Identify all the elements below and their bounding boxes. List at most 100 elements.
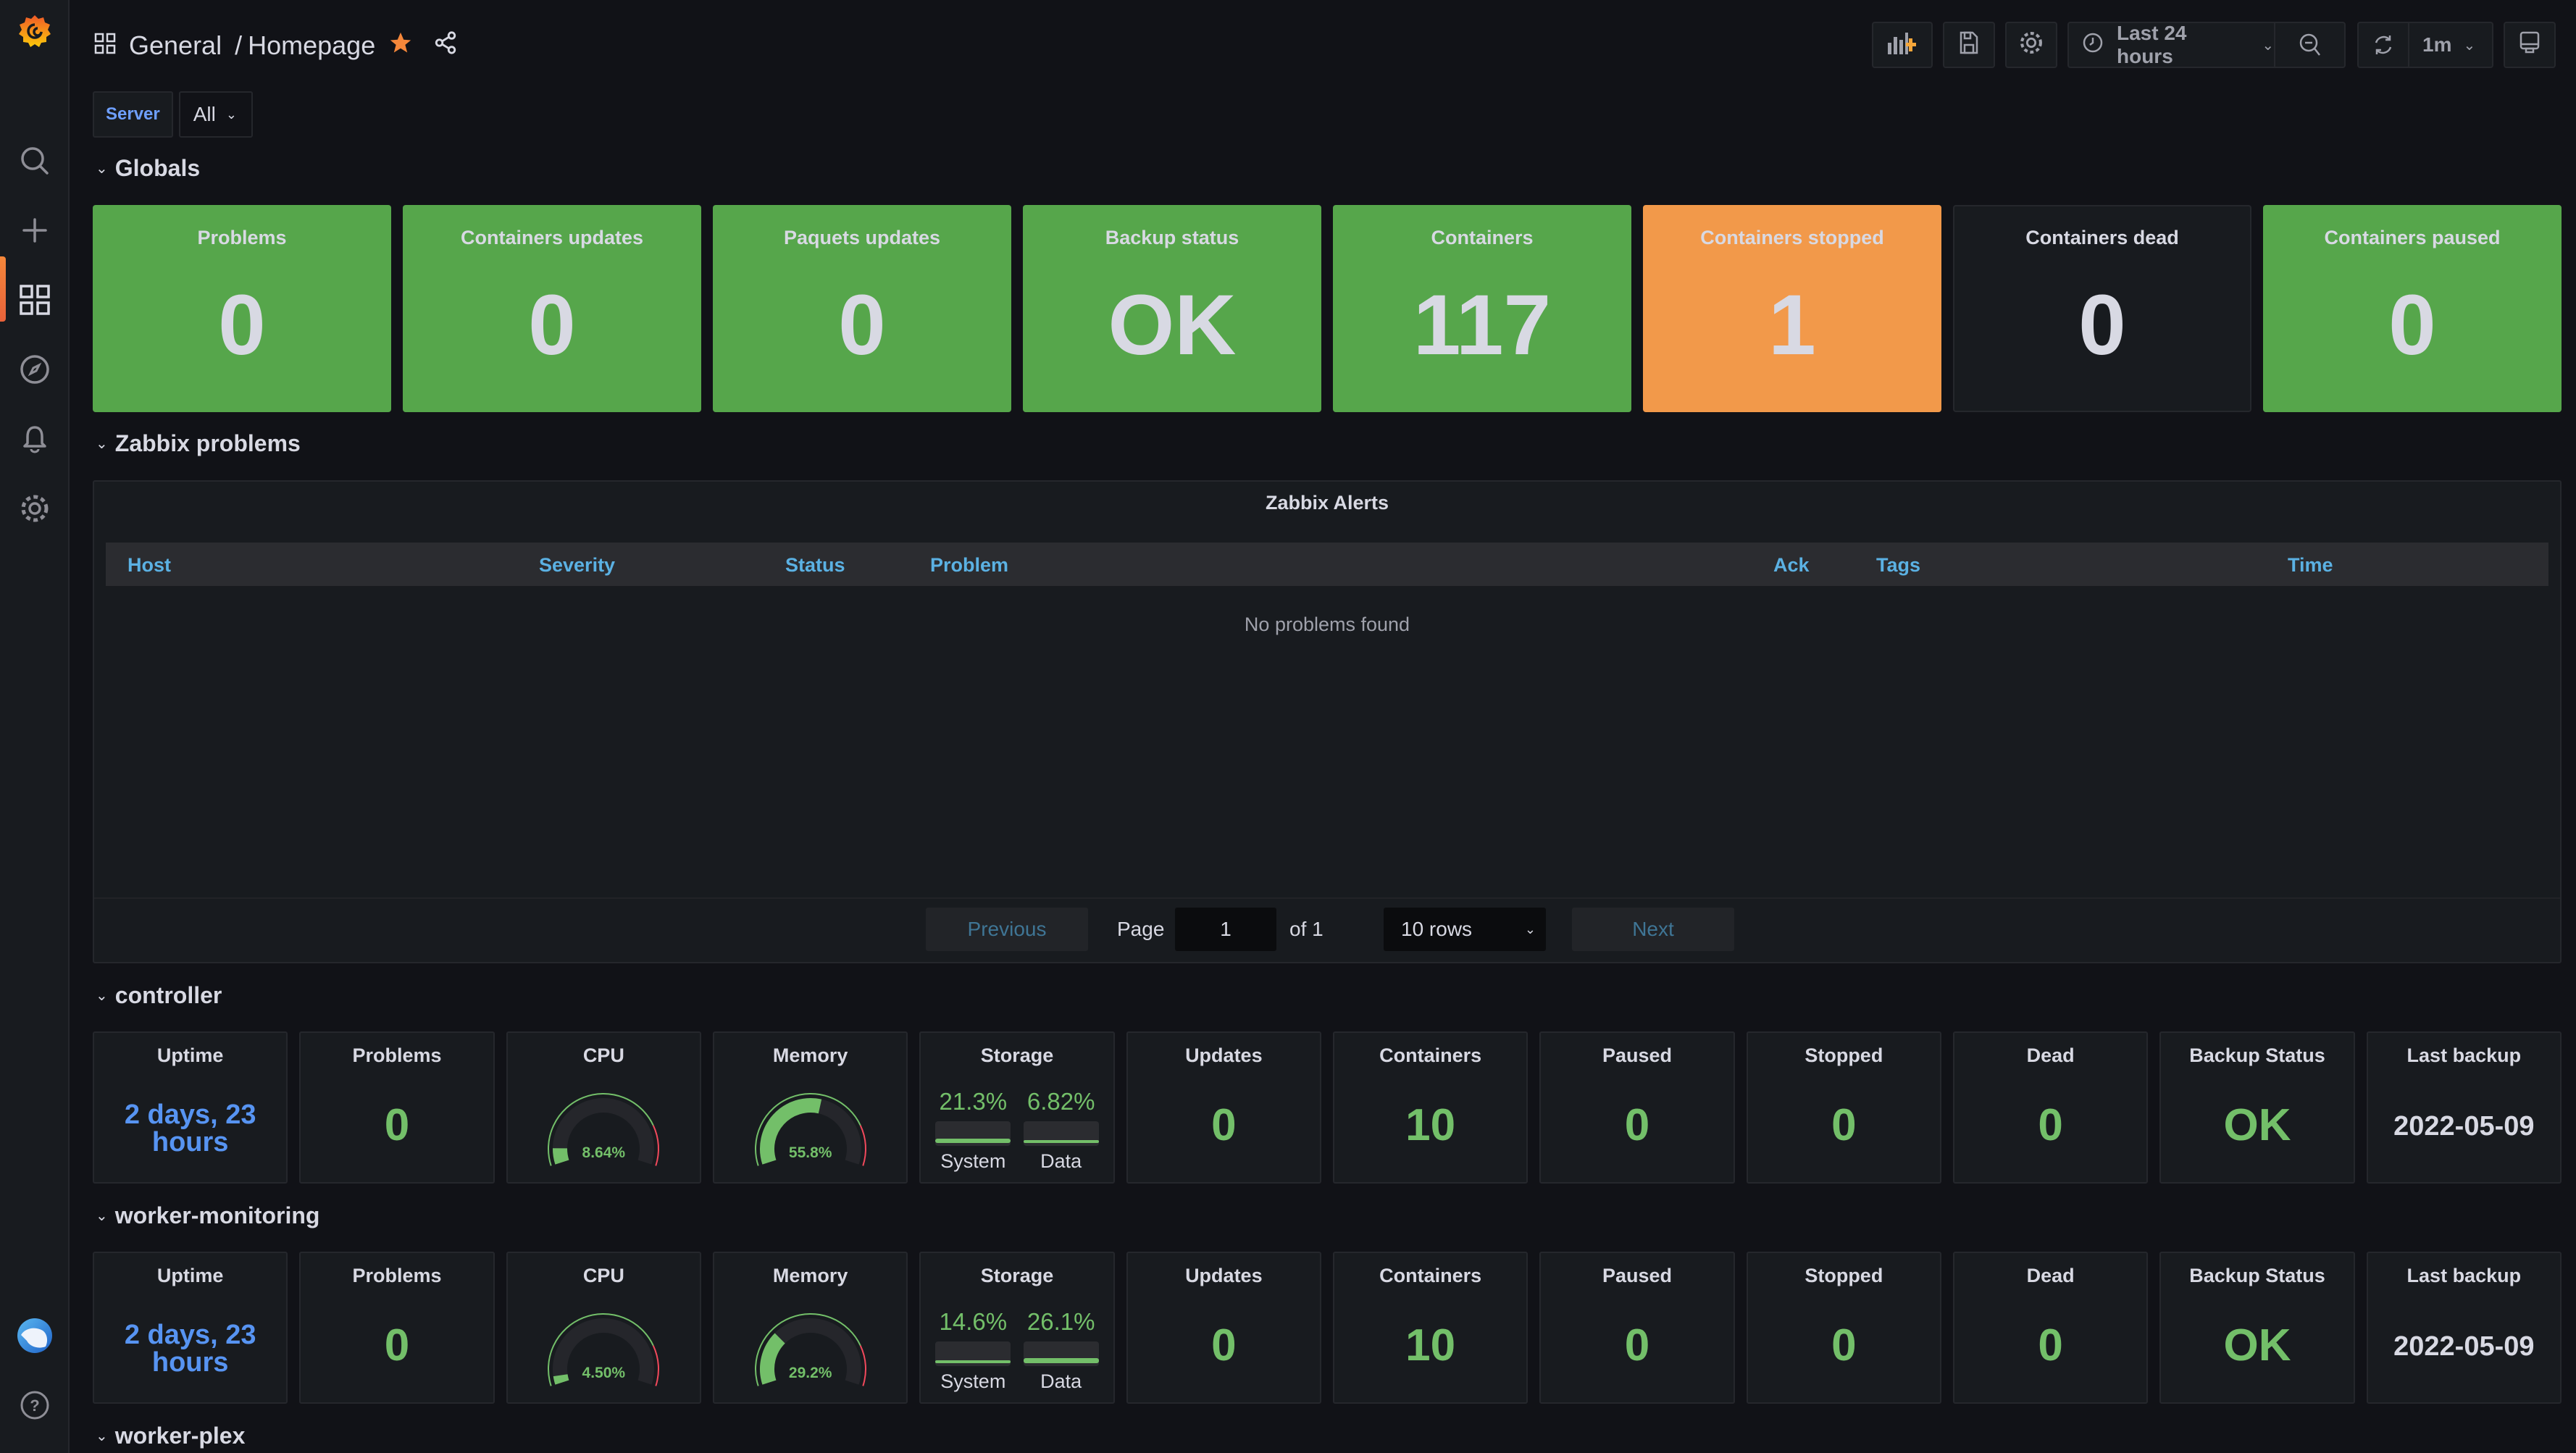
panel-updates[interactable]: Updates 0 [1126, 1031, 1321, 1184]
panel-title: Containers [1379, 1265, 1482, 1286]
save-dashboard-button[interactable] [1943, 22, 1995, 68]
backup-status-value: OK [2223, 1100, 2291, 1150]
page-number-input[interactable]: 1 [1175, 908, 1276, 951]
favorite-star-icon[interactable] [388, 30, 413, 62]
user-avatar[interactable] [16, 1317, 54, 1354]
row-globals[interactable]: ⌄ Globals [96, 155, 200, 182]
panel-dead[interactable]: Dead 0 [1953, 1031, 2149, 1184]
panel-cpu[interactable]: CPU 8.64% [506, 1031, 701, 1184]
stat-containers-paused[interactable]: Containers paused 0 [2263, 205, 2562, 412]
containers-value: 10 [1405, 1100, 1456, 1150]
column-tags[interactable]: Tags [1876, 554, 1920, 577]
panel-title: Storage [980, 1044, 1054, 1066]
backup-status-value: OK [2223, 1320, 2291, 1370]
column-ack[interactable]: Ack [1773, 554, 1810, 577]
stat-containers-stopped[interactable]: Containers stopped 1 [1643, 205, 1941, 412]
time-range-label: Last 24 hours [2117, 22, 2187, 67]
storage-data: 26.1% Data [1021, 1308, 1102, 1393]
pagination: Previous Page 1 of 1 10 rows ⌄ Next [94, 897, 2560, 963]
previous-page-button[interactable]: Previous [926, 908, 1088, 951]
row-zabbix-problems[interactable]: ⌄ Zabbix problems [96, 430, 301, 457]
zoom-out-icon [2299, 33, 2320, 56]
panel-title: Updates [1185, 1265, 1263, 1286]
tv-mode-button[interactable] [2504, 22, 2556, 68]
next-page-button[interactable]: Next [1572, 908, 1734, 951]
column-problem[interactable]: Problem [930, 554, 1008, 577]
chevron-down-icon: ⌄ [96, 161, 108, 177]
panel-problems[interactable]: Problems 0 [299, 1031, 495, 1184]
stopped-value: 0 [1831, 1320, 1857, 1370]
panel-uptime[interactable]: Uptime 2 days, 23 hours [93, 1252, 288, 1404]
storage-data-percent: 26.1% [1026, 1308, 1095, 1335]
stat-containers-dead[interactable]: Containers dead 0 [1953, 205, 2251, 412]
help-icon[interactable]: ? [16, 1386, 54, 1424]
row-worker-monitoring[interactable]: ⌄ worker-monitoring [96, 1202, 319, 1229]
rows-per-page-select[interactable]: 10 rows ⌄ [1384, 908, 1546, 951]
column-host[interactable]: Host [127, 554, 171, 577]
stat-containers-updates[interactable]: Containers updates 0 [403, 205, 701, 412]
chevron-down-icon: ⌄ [1524, 921, 1536, 937]
time-range-picker[interactable]: Last 24 hours ⌄ [2067, 22, 2346, 68]
storage-bars: 14.6% System 26.1% Data [932, 1308, 1101, 1393]
create-plus-icon[interactable] [16, 212, 54, 249]
grafana-logo-icon[interactable] [16, 13, 54, 51]
panel-cpu[interactable]: CPU 4.50% [506, 1252, 701, 1404]
panel-stopped[interactable]: Stopped 0 [1746, 1252, 1941, 1404]
panel-title: Uptime [156, 1265, 224, 1286]
dashboard-title[interactable]: Homepage [248, 30, 375, 61]
stat-value: OK [1108, 277, 1237, 373]
stat-backup-status[interactable]: Backup status OK [1023, 205, 1321, 412]
panel-title: Backup Status [2189, 1044, 2325, 1066]
configuration-gear-icon[interactable] [16, 490, 54, 527]
updates-value: 0 [1211, 1100, 1237, 1150]
dashboard-settings-button[interactable] [2005, 22, 2057, 68]
explore-compass-icon[interactable] [16, 351, 54, 388]
dashboards-icon[interactable] [16, 281, 54, 319]
storage-system: 14.6% System [932, 1308, 1013, 1393]
row-controller[interactable]: ⌄ controller [96, 982, 222, 1009]
stat-value: 0 [838, 277, 886, 373]
stat-value: 0 [2078, 277, 2126, 373]
panel-problems[interactable]: Problems 0 [299, 1252, 495, 1404]
refresh-button[interactable] [2359, 33, 2408, 56]
updates-value: 0 [1211, 1320, 1237, 1370]
panel-last-backup[interactable]: Last backup 2022-05-09 [2366, 1031, 2562, 1184]
add-panel-button[interactable] [1872, 22, 1933, 68]
row-worker-plex[interactable]: ⌄ worker-plex [96, 1423, 245, 1449]
zoom-out-time-button[interactable] [2275, 33, 2344, 57]
share-icon[interactable] [433, 30, 458, 62]
panel-backup-status[interactable]: Backup Status OK [2159, 1031, 2355, 1184]
panel-uptime[interactable]: Uptime 2 days, 23 hours [93, 1031, 288, 1184]
panel-storage[interactable]: Storage 21.3% System 6.82% Data [919, 1031, 1115, 1184]
server-variable-select[interactable]: All ⌄ [178, 91, 253, 138]
panel-backup-status[interactable]: Backup Status OK [2159, 1252, 2355, 1404]
panel-stopped[interactable]: Stopped 0 [1746, 1031, 1941, 1184]
stat-paquets-updates[interactable]: Paquets updates 0 [713, 205, 1011, 412]
panel-title: Backup status [1105, 227, 1239, 248]
refresh-picker[interactable]: 1m ⌄ [2357, 22, 2493, 68]
panel-last-backup[interactable]: Last backup 2022-05-09 [2366, 1252, 2562, 1404]
storage-system-percent: 21.3% [939, 1088, 1008, 1115]
column-severity[interactable]: Severity [539, 554, 615, 577]
storage-data-bar-fill [1023, 1358, 1099, 1363]
breadcrumb-folder[interactable]: General [129, 30, 222, 61]
panel-dead[interactable]: Dead 0 [1953, 1252, 2149, 1404]
panel-updates[interactable]: Updates 0 [1126, 1252, 1321, 1404]
stat-containers[interactable]: Containers 117 [1333, 205, 1631, 412]
search-icon[interactable] [16, 142, 54, 180]
stat-value: 0 [2388, 277, 2436, 373]
panel-memory[interactable]: Memory 55.8% [713, 1031, 908, 1184]
panel-containers[interactable]: Containers 10 [1333, 1252, 1529, 1404]
panel-containers[interactable]: Containers 10 [1333, 1031, 1529, 1184]
panel-paused[interactable]: Paused 0 [1539, 1252, 1735, 1404]
panel-title: Paquets updates [783, 227, 941, 248]
panel-paused[interactable]: Paused 0 [1539, 1031, 1735, 1184]
alerting-bell-icon[interactable] [16, 420, 54, 458]
column-time[interactable]: Time [2288, 554, 2333, 577]
memory-gauge [754, 1093, 866, 1166]
stat-problems[interactable]: Problems 0 [93, 205, 391, 412]
panel-storage[interactable]: Storage 14.6% System 26.1% Data [919, 1252, 1115, 1404]
panel-title: Last backup [2406, 1044, 2522, 1066]
panel-memory[interactable]: Memory 29.2% [713, 1252, 908, 1404]
column-status[interactable]: Status [785, 554, 845, 577]
